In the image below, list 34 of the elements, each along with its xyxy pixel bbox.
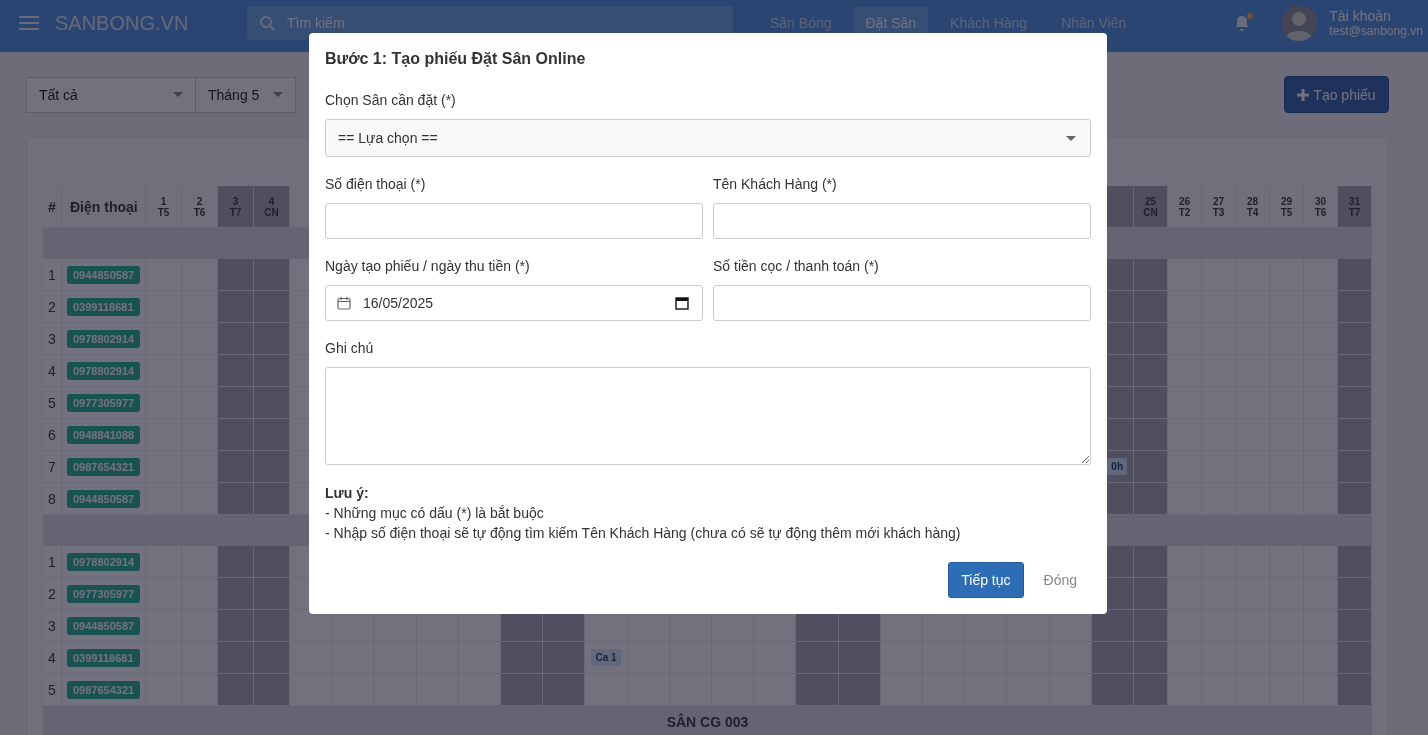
day-header: 2 T6	[182, 186, 218, 228]
row-number: 8	[43, 483, 62, 515]
row-number: 4	[43, 355, 62, 387]
row-number: 2	[43, 291, 62, 323]
row-number: 7	[43, 451, 62, 483]
row-number: 1	[43, 546, 62, 578]
row-number: 6	[43, 419, 62, 451]
account-email: test@sanbong.vn	[1329, 24, 1423, 38]
field-label: Tên Khách Hàng (*)	[713, 175, 838, 193]
row-number: 5	[43, 387, 62, 419]
row-number: 4	[43, 642, 62, 674]
day-header: 26 T2	[1168, 186, 1202, 228]
day-header: 30 T6	[1304, 186, 1338, 228]
note-text: - Những mục có dấu (*) là bắt buộc	[325, 504, 544, 523]
column-header: Điện thoại	[62, 186, 146, 228]
day-header: 1 T5	[146, 186, 182, 228]
field-label: Chọn Sân cần đặt (*)	[325, 91, 457, 109]
day-header: 28 T4	[1236, 186, 1270, 228]
day-header: 29 T5	[1270, 186, 1304, 228]
column-header: #	[43, 186, 62, 228]
notes-title: Lưu ý:	[325, 484, 369, 503]
dialog-title: Bước 1: Tạo phiếu Đặt Sân Online	[325, 49, 587, 69]
day-header: 27 T3	[1202, 186, 1236, 228]
field-label: Số tiền cọc / thanh toán (*)	[713, 257, 880, 275]
row-number: 3	[43, 323, 62, 355]
note-text: - Nhập số điện thoại sẽ tự động tìm kiếm Tên Khách Hàng (chưa có sẽ tự động thêm mới khách hàng)	[325, 524, 961, 543]
row-number: 3	[43, 610, 62, 642]
row-number: 1	[43, 259, 62, 291]
field-label: Số điện thoại (*)	[325, 175, 427, 193]
field-label: Ngày tạo phiếu / ngày thu tiền (*)	[325, 257, 531, 275]
group-title: SÂN CG 003	[666, 713, 749, 730]
row-number: 5	[43, 674, 62, 706]
row-number: 2	[43, 578, 62, 610]
field-label: Ghi chú	[325, 339, 375, 357]
